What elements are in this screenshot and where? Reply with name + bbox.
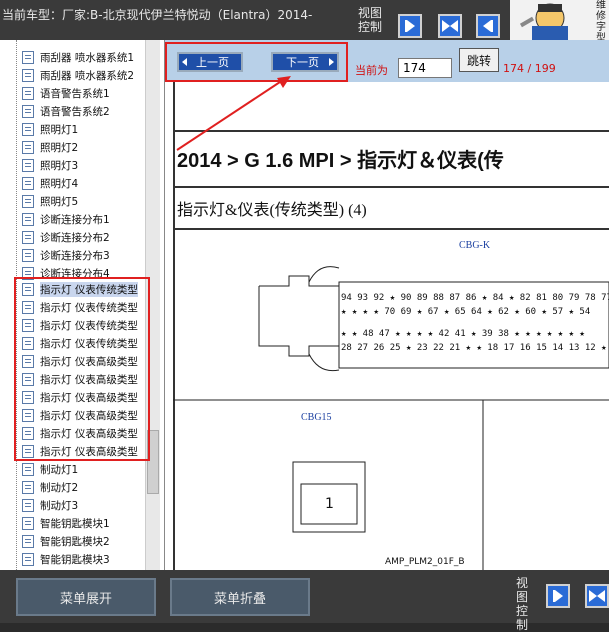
- sidebar: 雨刮器 喷水器系统1 雨刮器 喷水器系统2 语音警告系统1 语音警告系统2 照明…: [0, 40, 165, 570]
- view-prev-button[interactable]: [476, 14, 500, 38]
- wiring-diagram: CBG-K 94 93 92 ★ 90 89 88 87 86 ★ 84 ★ 8…: [173, 240, 609, 570]
- document-icon: [22, 480, 34, 494]
- highlight-box: [14, 277, 150, 461]
- collapse-menu-button[interactable]: 菜单折叠: [170, 578, 310, 616]
- arrow-right-icon: [555, 590, 563, 602]
- document-icon: [22, 140, 34, 154]
- top-bar: 当前车型：厂家:B-北京现代伊兰特悦动（Elantra）2014- 视图控制 维…: [0, 0, 609, 44]
- connector1-row1: 94 93 92 ★ 90 89 88 87 86 ★ 84 ★ 82 81 8…: [341, 293, 609, 303]
- tree-item[interactable]: 雨刮器 喷水器系统2: [22, 66, 134, 84]
- page-heading: 2014 > G 1.6 MPI > 指示灯＆仪表(传: [177, 150, 504, 172]
- tree-item[interactable]: 照明灯1: [22, 120, 78, 138]
- arrow-left-icon: [483, 20, 491, 32]
- tree-item[interactable]: 制动灯1: [22, 460, 78, 478]
- document-icon: [22, 194, 34, 208]
- tree-item[interactable]: 制动灯2: [22, 478, 78, 496]
- connector2-label: CBG15: [301, 412, 332, 423]
- bottom-bar: 菜单展开 菜单折叠 视图控制: [0, 570, 609, 632]
- view-control-label: 视图控制: [358, 6, 383, 34]
- main-content: 上一页 下一页 当前为 跳转 174 / 199 2014 > G 1.6 MP…: [165, 40, 609, 570]
- tree-item[interactable]: 语音警告系统2: [22, 102, 110, 120]
- connector1-row3: ★ ★ 48 47 ★ ★ ★ ★ 42 41 ★ 39 38 ★ ★ ★ ★ …: [341, 329, 585, 339]
- tree-item[interactable]: 制动灯3: [22, 496, 78, 514]
- view-control-label: 视图控制: [516, 576, 529, 632]
- tree-item[interactable]: 智能钥匙模块2: [22, 532, 110, 550]
- tree-item[interactable]: 智能钥匙模块1: [22, 514, 110, 532]
- document-icon: [22, 50, 34, 64]
- tree-item[interactable]: 诊断连接分布1: [22, 210, 110, 228]
- document-icon: [22, 86, 34, 100]
- bar-icon: [491, 20, 493, 32]
- tree-item[interactable]: 照明灯2: [22, 138, 78, 156]
- tree-item[interactable]: 语音警告系统1: [22, 84, 110, 102]
- expand-menu-button[interactable]: 菜单展开: [16, 578, 156, 616]
- document-icon: [22, 462, 34, 476]
- tree-item[interactable]: 照明灯5: [22, 192, 78, 210]
- mechanic-logo-icon: [519, 3, 568, 40]
- view-split-button[interactable]: [585, 584, 609, 608]
- page-subheading: 指示灯&仪表(传统类型) (4): [177, 202, 367, 219]
- vehicle-title: 当前车型：厂家:B-北京现代伊兰特悦动（Elantra）2014-: [2, 8, 313, 22]
- document-icon: [22, 158, 34, 172]
- arrow-left-icon: [597, 590, 605, 602]
- document-icon: [22, 248, 34, 262]
- connector2-part: AMP_PLM2_01F_B: [385, 557, 465, 567]
- connector2-pin: 1: [325, 496, 334, 512]
- connector1-row2: ★ ★ ★ ★ 70 69 ★ 67 ★ 65 64 ★ 62 ★ 60 ★ 5…: [341, 307, 590, 317]
- document-icon: [22, 534, 34, 548]
- document-icon: [22, 176, 34, 190]
- logo: 维修字型: [510, 0, 609, 44]
- logo-text: 维修字型: [596, 0, 606, 44]
- arrow-right-icon: [407, 20, 415, 32]
- document-icon: [22, 498, 34, 512]
- tree-item[interactable]: 诊断连接分布3: [22, 246, 110, 264]
- tree-item[interactable]: 诊断连接分布2: [22, 228, 110, 246]
- connector1-row4: 28 27 26 25 ★ 23 22 21 ★ ★ 18 17 16 15 1…: [341, 343, 609, 353]
- view-split-button[interactable]: [438, 14, 462, 38]
- view-next-button[interactable]: [546, 584, 570, 608]
- document-icon: [22, 122, 34, 136]
- arrow-left-icon: [450, 20, 458, 32]
- tree-item[interactable]: 照明灯4: [22, 174, 78, 192]
- tree-item[interactable]: 雨刮器 喷水器系统1: [22, 48, 134, 66]
- document-icon: [22, 230, 34, 244]
- document-icon: [22, 516, 34, 530]
- document-icon: [22, 552, 34, 566]
- connector1-label: CBG-K: [459, 240, 491, 251]
- tree-item[interactable]: 照明灯3: [22, 156, 78, 174]
- arrow-right-icon: [442, 20, 450, 32]
- document-icon: [22, 68, 34, 82]
- view-next-button[interactable]: [398, 14, 422, 38]
- document-icon: [22, 212, 34, 226]
- document-icon: [22, 104, 34, 118]
- arrow-right-icon: [589, 590, 597, 602]
- tree-item[interactable]: 智能钥匙模块3: [22, 550, 110, 568]
